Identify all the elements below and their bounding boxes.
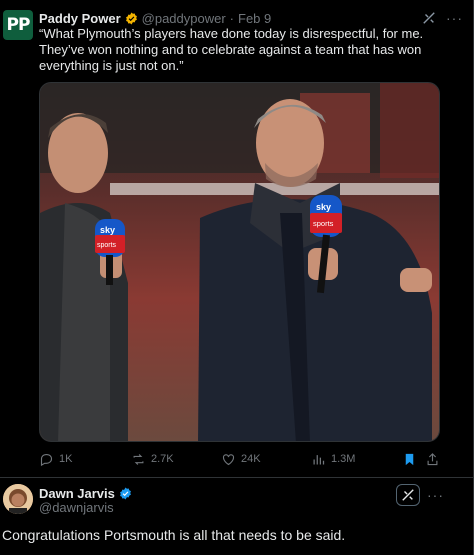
repost-icon <box>133 453 144 465</box>
bookmark-icon <box>405 453 414 465</box>
separator-dot: · <box>229 10 235 26</box>
tweet-paddy-power[interactable]: PP Paddy Power @paddypower · Feb 9 ··· “… <box>0 0 473 478</box>
display-name[interactable]: Paddy Power <box>39 11 121 26</box>
views-icon <box>313 454 325 464</box>
more-icon[interactable]: ··· <box>446 10 463 26</box>
grok-icon[interactable] <box>422 11 436 25</box>
display-name[interactable]: Dawn Jarvis <box>39 486 115 501</box>
mic-flag-bottom: sports <box>97 242 117 249</box>
views-count: 1.3M <box>331 453 356 465</box>
mic-flag-top-2: sky <box>316 202 331 212</box>
bookmark-button[interactable] <box>402 450 422 468</box>
timeline: PP Paddy Power @paddypower · Feb 9 ··· “… <box>0 0 474 555</box>
verified-badge-icon <box>125 12 137 24</box>
tweet-text: “What Plymouth’s players have done today… <box>39 26 424 73</box>
repost-count: 2.7K <box>151 453 174 465</box>
mic-flag-top: sky <box>100 225 115 235</box>
like-button[interactable]: 24K <box>221 450 261 468</box>
verified-badge-icon <box>119 487 131 499</box>
grok-button[interactable] <box>396 484 420 506</box>
reply-count: 1K <box>59 453 73 465</box>
repost-button[interactable]: 2.7K <box>131 450 174 468</box>
avatar[interactable]: PP <box>3 10 33 40</box>
more-icon[interactable]: ··· <box>427 487 444 503</box>
action-bar: 1K 2.7K 24K 1.3M <box>39 450 441 468</box>
share-button[interactable] <box>425 450 445 468</box>
tweet-header: Paddy Power @paddypower · Feb 9 ··· <box>39 9 463 27</box>
heart-icon <box>222 453 235 465</box>
handle[interactable]: @paddypower <box>142 11 226 26</box>
grok-icon <box>402 489 414 501</box>
handle[interactable]: @dawnjarvis <box>39 500 114 515</box>
like-count: 24K <box>241 453 261 465</box>
tweet-photo[interactable]: sky sports sky sports <box>39 82 440 442</box>
reply-icon <box>40 453 53 466</box>
share-icon <box>427 452 438 465</box>
avatar[interactable] <box>3 484 33 514</box>
reply-text: Congratulations Portsmouth is all that n… <box>2 527 346 543</box>
mic-flag-bottom-2: sports <box>313 219 334 228</box>
avatar-photo <box>3 484 33 514</box>
views-button[interactable]: 1.3M <box>311 450 355 468</box>
timestamp[interactable]: Feb 9 <box>238 11 271 26</box>
pundits-photo: sky sports sky sports <box>40 83 439 441</box>
reply-button[interactable]: 1K <box>39 450 72 468</box>
